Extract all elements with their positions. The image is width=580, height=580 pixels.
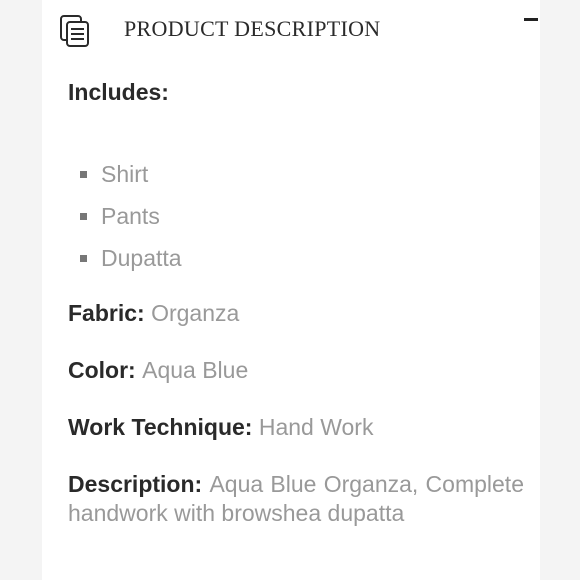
bullet-icon — [80, 254, 87, 262]
includes-heading: Includes: — [68, 78, 524, 107]
color-label: Color: — [68, 357, 143, 383]
list-item-label: Pants — [101, 202, 160, 229]
work-technique-label: Work Technique: — [68, 414, 259, 440]
fabric-row: Fabric: Organza — [68, 299, 524, 328]
description-content: Includes: Shirt Pants Dupatta Fabric: Or… — [68, 78, 524, 528]
accordion-header[interactable]: PRODUCT DESCRIPTION — [42, 0, 540, 58]
product-description-panel: PRODUCT DESCRIPTION Includes: Shirt Pant… — [42, 0, 540, 580]
bullet-icon — [80, 212, 87, 220]
work-technique-value: Hand Work — [258, 414, 374, 440]
fabric-label: Fabric: — [68, 300, 152, 326]
description-label: Description: — [68, 471, 210, 497]
includes-label: Includes: — [68, 79, 169, 105]
collapse-icon[interactable] — [524, 18, 538, 21]
list-item: Pants — [80, 195, 524, 237]
document-icon — [60, 15, 89, 47]
list-item-label: Shirt — [101, 160, 149, 187]
bullet-icon — [80, 170, 87, 178]
list-item: Dupatta — [80, 237, 524, 279]
section-title: PRODUCT DESCRIPTION — [124, 16, 381, 41]
description-row: Description: Aqua Blue Organza, Complete… — [68, 470, 524, 528]
list-item: Shirt — [80, 153, 524, 195]
work-technique-row: Work Technique: Hand Work — [68, 413, 524, 442]
color-row: Color: Aqua Blue — [68, 356, 524, 385]
list-item-label: Dupatta — [101, 244, 182, 271]
color-value: Aqua Blue — [142, 357, 249, 383]
includes-list: Shirt Pants Dupatta — [80, 153, 524, 279]
fabric-value: Organza — [151, 300, 240, 326]
